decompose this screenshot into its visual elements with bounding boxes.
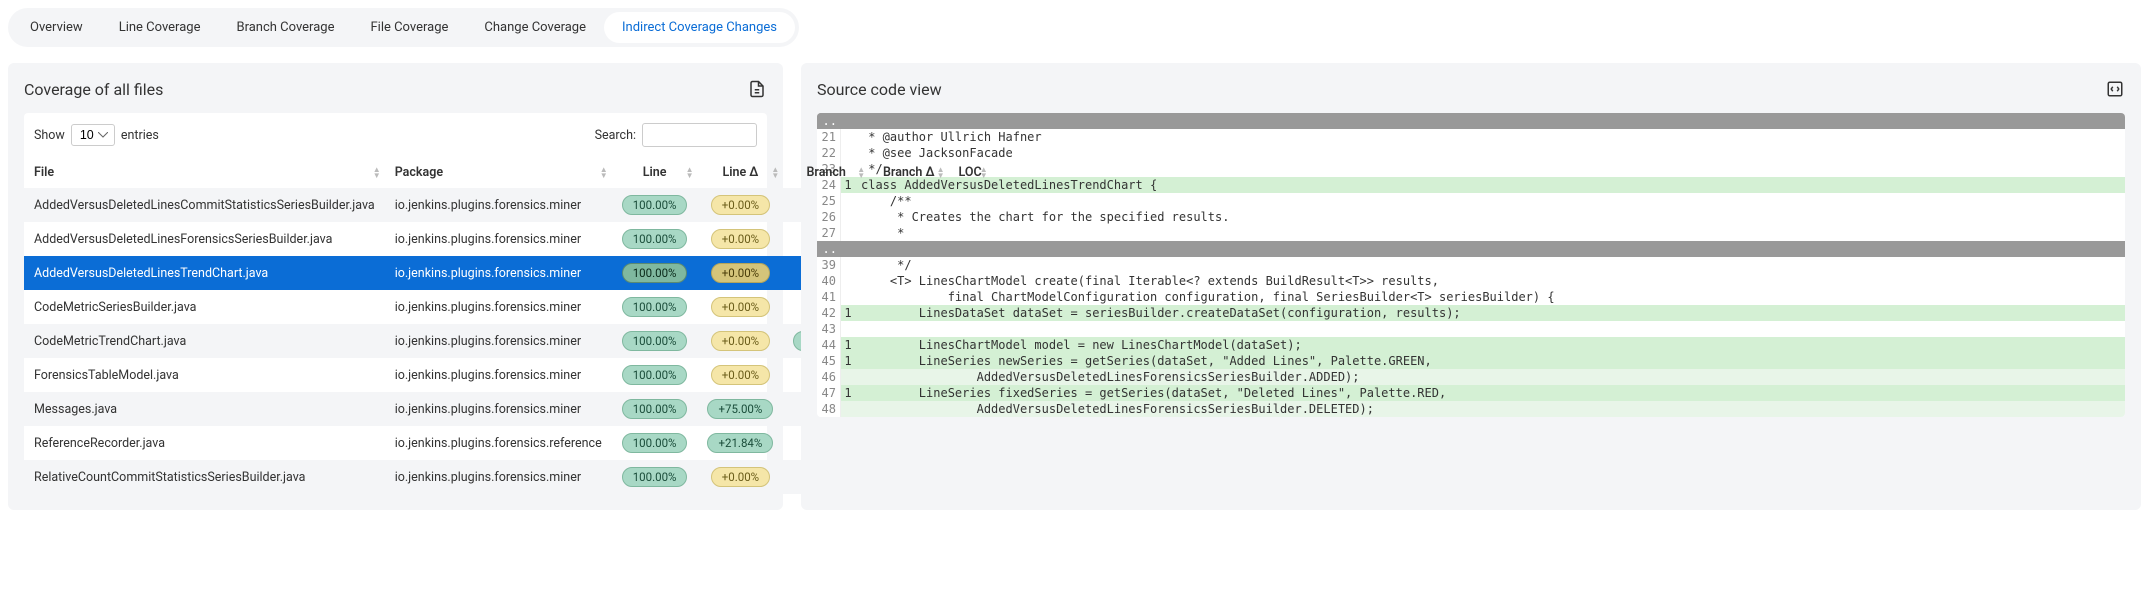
coverage-title: Coverage of all files xyxy=(24,80,163,99)
code-icon[interactable] xyxy=(2105,79,2125,99)
cell-pkg: io.jenkins.plugins.forensics.miner xyxy=(385,222,612,256)
cell-lined: +0.00% xyxy=(697,290,783,324)
cell-line: 100.00% xyxy=(612,222,698,256)
code-line: 26 * Creates the chart for the specified… xyxy=(817,209,2125,225)
code-line: 471 LineSeries fixedSeries = getSeries(d… xyxy=(817,385,2125,401)
cell-lined: +75.00% xyxy=(697,392,783,426)
cell-file: AddedVersusDeletedLinesTrendChart.java xyxy=(24,256,385,290)
code-line: 25 /** xyxy=(817,193,2125,209)
cell-pkg: io.jenkins.plugins.forensics.miner xyxy=(385,358,612,392)
cell-lined: +0.00% xyxy=(697,222,783,256)
cell-file: AddedVersusDeletedLinesCommitStatisticsS… xyxy=(24,188,385,222)
tab-file-coverage[interactable]: File Coverage xyxy=(352,12,466,43)
tab-line-coverage[interactable]: Line Coverage xyxy=(101,12,219,43)
cell-pkg: io.jenkins.plugins.forensics.miner xyxy=(385,290,612,324)
tab-overview[interactable]: Overview xyxy=(12,12,101,43)
cell-lined: +21.84% xyxy=(697,426,783,460)
code-line: 23 */ xyxy=(817,161,2125,177)
col-line[interactable]: Line▲▼ xyxy=(612,157,698,188)
tabs: OverviewLine CoverageBranch CoverageFile… xyxy=(8,8,799,47)
cell-lined: +0.00% xyxy=(697,460,783,494)
export-icon[interactable] xyxy=(747,79,767,99)
page-size-control: Show 10 entries xyxy=(34,124,159,146)
tab-branch-coverage[interactable]: Branch Coverage xyxy=(218,12,352,43)
cell-pkg: io.jenkins.plugins.forensics.miner xyxy=(385,256,612,290)
cell-line: 100.00% xyxy=(612,188,698,222)
source-panel: Source code view ..21 * @author Ullrich … xyxy=(801,63,2141,510)
code-line: 27 * xyxy=(817,225,2125,241)
cell-line: 100.00% xyxy=(612,290,698,324)
code-view: ..21 * @author Ullrich Hafner22 * @see J… xyxy=(817,113,2125,417)
code-line: 451 LineSeries newSeries = getSeries(dat… xyxy=(817,353,2125,369)
cell-lined: +0.00% xyxy=(697,188,783,222)
page-size-select[interactable]: 10 xyxy=(71,124,115,146)
code-line: 241class AddedVersusDeletedLinesTrendCha… xyxy=(817,177,2125,193)
col-branch[interactable]: Branch▲▼ xyxy=(783,157,869,188)
cell-lined: +0.00% xyxy=(697,358,783,392)
cell-file: ForensicsTableModel.java xyxy=(24,358,385,392)
tab-indirect-coverage-changes[interactable]: Indirect Coverage Changes xyxy=(604,12,795,43)
cell-pkg: io.jenkins.plugins.forensics.miner xyxy=(385,188,612,222)
col-branch[interactable]: Branch Δ▲▼ xyxy=(869,157,948,188)
code-line: 46 AddedVersusDeletedLinesForensicsSerie… xyxy=(817,369,2125,385)
code-line: .. xyxy=(817,113,2125,129)
cell-pkg: io.jenkins.plugins.forensics.reference xyxy=(385,426,612,460)
cell-line: 100.00% xyxy=(612,256,698,290)
cell-file: CodeMetricTrendChart.java xyxy=(24,324,385,358)
cell-pkg: io.jenkins.plugins.forensics.miner xyxy=(385,460,612,494)
cell-file: RelativeCountCommitStatisticsSeriesBuild… xyxy=(24,460,385,494)
col-line[interactable]: Line Δ▲▼ xyxy=(697,157,783,188)
search-input[interactable] xyxy=(642,123,757,147)
code-line: 421 LinesDataSet dataSet = seriesBuilder… xyxy=(817,305,2125,321)
cell-file: AddedVersusDeletedLinesForensicsSeriesBu… xyxy=(24,222,385,256)
cell-file: Messages.java xyxy=(24,392,385,426)
cell-pkg: io.jenkins.plugins.forensics.miner xyxy=(385,324,612,358)
source-title: Source code view xyxy=(817,80,942,99)
code-line: 48 AddedVersusDeletedLinesForensicsSerie… xyxy=(817,401,2125,417)
code-line: 40 <T> LinesChartModel create(final Iter… xyxy=(817,273,2125,289)
col-loc[interactable]: LOC▲▼ xyxy=(948,157,991,188)
code-line: 441 LinesChartModel model = new LinesCha… xyxy=(817,337,2125,353)
cell-lined: +0.00% xyxy=(697,324,783,358)
code-line: 39 */ xyxy=(817,257,2125,273)
cell-line: 100.00% xyxy=(612,426,698,460)
code-line: 22 * @see JacksonFacade xyxy=(817,145,2125,161)
code-line: 41 final ChartModelConfiguration configu… xyxy=(817,289,2125,305)
code-line: 43 xyxy=(817,321,2125,337)
cell-line: 100.00% xyxy=(612,460,698,494)
cell-line: 100.00% xyxy=(612,324,698,358)
coverage-panel: Coverage of all files Show 10 entries Se… xyxy=(8,63,783,510)
tab-change-coverage[interactable]: Change Coverage xyxy=(466,12,604,43)
cell-line: 100.00% xyxy=(612,392,698,426)
code-line: .. xyxy=(817,241,2125,257)
code-line: 21 * @author Ullrich Hafner xyxy=(817,129,2125,145)
search-control: Search: xyxy=(595,123,757,147)
cell-lined: +0.00% xyxy=(697,256,783,290)
cell-pkg: io.jenkins.plugins.forensics.miner xyxy=(385,392,612,426)
col-package[interactable]: Package▲▼ xyxy=(385,157,612,188)
cell-file: CodeMetricSeriesBuilder.java xyxy=(24,290,385,324)
cell-line: 100.00% xyxy=(612,358,698,392)
col-file[interactable]: File▲▼ xyxy=(24,157,385,188)
cell-file: ReferenceRecorder.java xyxy=(24,426,385,460)
